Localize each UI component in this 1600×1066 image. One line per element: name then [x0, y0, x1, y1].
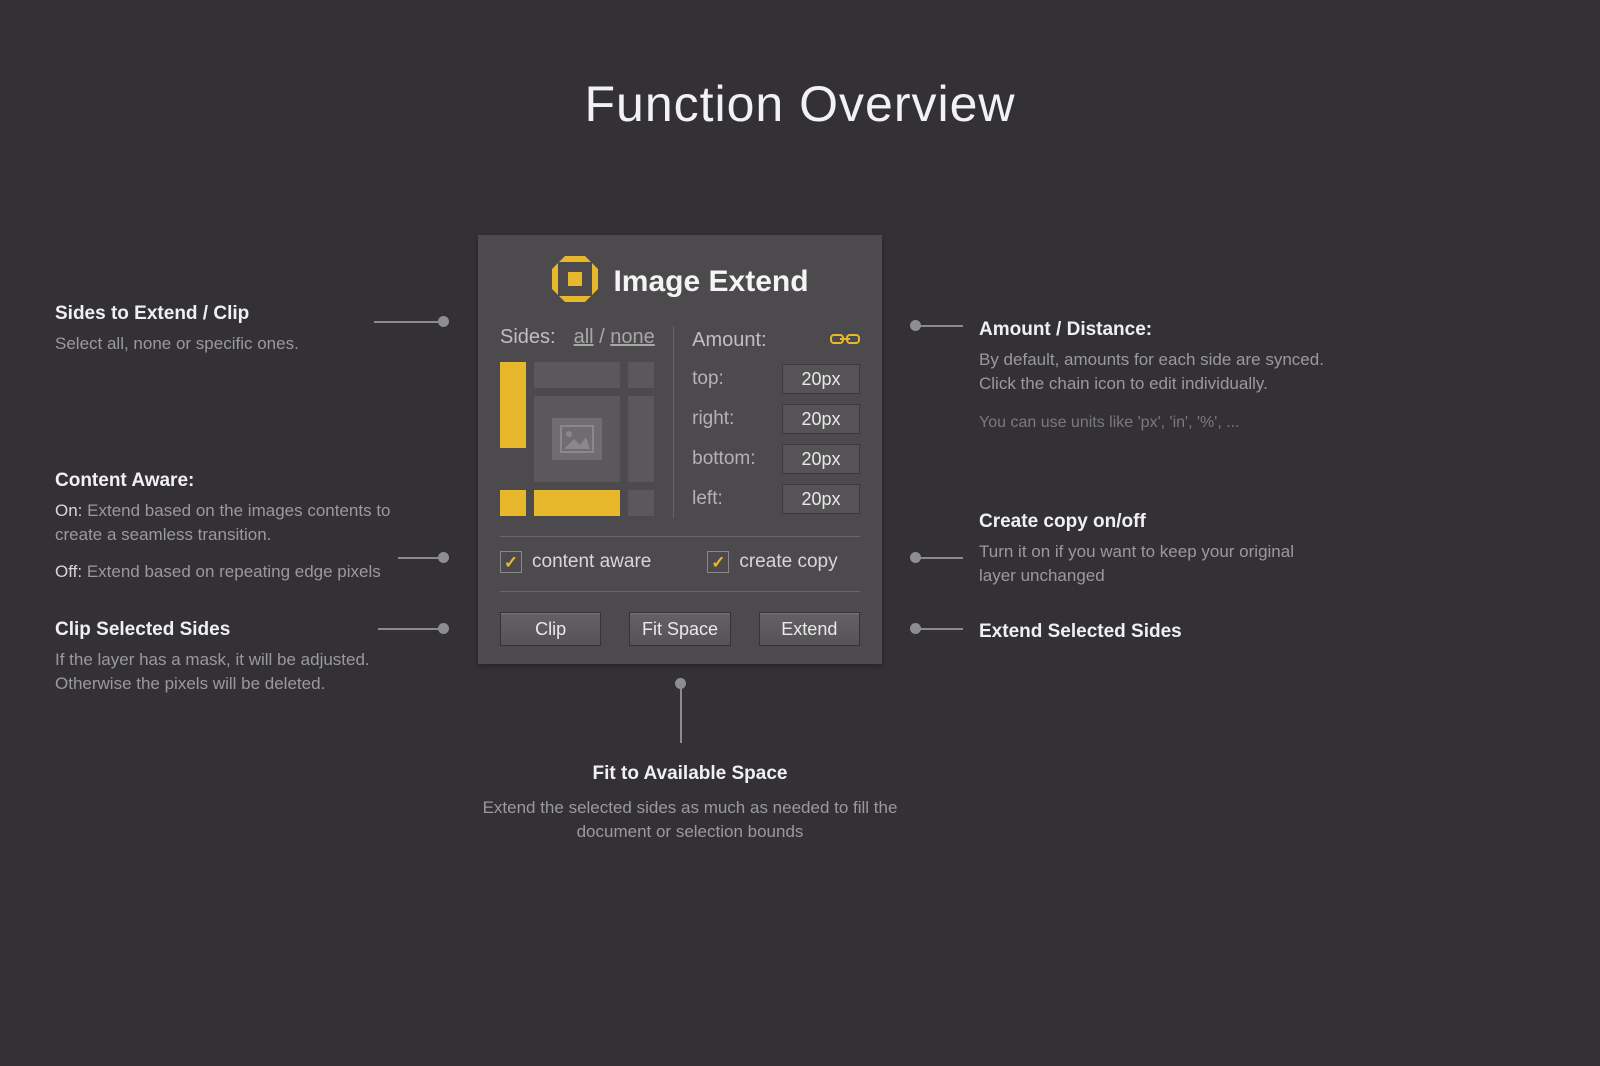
annotation-sides: Sides to Extend / Clip Select all, none … [55, 300, 375, 356]
annotation-off-prefix: Off: [55, 562, 82, 581]
connector-line [915, 325, 963, 327]
connector-line [915, 557, 963, 559]
page-title: Function Overview [0, 75, 1600, 133]
annotation-title: Create copy on/off [979, 508, 1329, 536]
sides-grid [500, 362, 656, 518]
annotation-create-copy: Create copy on/off Turn it on if you wan… [979, 508, 1329, 589]
image-placeholder-icon [552, 418, 602, 460]
side-bottomleft[interactable] [500, 490, 526, 516]
panel-title: Image Extend [613, 265, 808, 299]
amount-left-label: left: [692, 488, 723, 510]
side-topright[interactable] [628, 362, 654, 388]
annotation-on-desc: Extend based on the images contents to c… [55, 501, 391, 545]
annotation-extend: Extend Selected Sides [979, 618, 1299, 650]
content-aware-label: content aware [532, 551, 651, 573]
amount-section: Amount: top: right: bottom: [673, 326, 860, 518]
side-right[interactable] [628, 396, 654, 482]
side-top[interactable] [534, 362, 620, 388]
annotation-title: Content Aware: [55, 467, 395, 495]
annotation-title: Sides to Extend / Clip [55, 300, 375, 328]
annotation-desc: Off: Extend based on repeating edge pixe… [55, 560, 395, 585]
annotation-content-aware: Content Aware: On: Extend based on the i… [55, 467, 395, 584]
fit-space-button[interactable]: Fit Space [629, 612, 730, 646]
amount-right-input[interactable] [782, 404, 860, 434]
check-icon: ✓ [504, 554, 518, 571]
panel-header: Image Extend [478, 255, 882, 326]
annotation-on-prefix: On: [55, 501, 82, 520]
connector-line [398, 557, 444, 559]
amount-right-label: right: [692, 408, 734, 430]
annotation-desc: By default, amounts for each side are sy… [979, 348, 1349, 397]
annotation-desc: Select all, none or specific ones. [55, 332, 375, 357]
sides-link-separator: / [599, 326, 610, 348]
clip-button[interactable]: Clip [500, 612, 601, 646]
connector-line [378, 628, 444, 630]
connector-line [680, 683, 682, 743]
annotation-hint: You can use units like 'px', 'in', '%', … [979, 411, 1349, 434]
check-icon: ✓ [711, 554, 725, 571]
annotation-off-desc: Extend based on repeating edge pixels [82, 562, 381, 581]
side-center [534, 396, 620, 482]
annotation-title: Clip Selected Sides [55, 616, 395, 644]
amount-label: Amount: [692, 329, 766, 352]
amount-bottom-input[interactable] [782, 444, 860, 474]
annotation-fit: Fit to Available Space Extend the select… [480, 760, 900, 845]
annotation-title: Fit to Available Space [480, 760, 900, 788]
sides-label: Sides: [500, 326, 556, 349]
content-aware-checkbox[interactable]: ✓ content aware [500, 551, 651, 573]
connector-line [915, 628, 963, 630]
chain-link-icon[interactable] [830, 329, 860, 352]
side-bottom[interactable] [534, 490, 620, 516]
amount-left-input[interactable] [782, 484, 860, 514]
annotation-desc: If the layer has a mask, it will be adju… [55, 648, 395, 697]
annotation-clip: Clip Selected Sides If the layer has a m… [55, 616, 395, 697]
connector-line [374, 321, 444, 323]
annotation-desc: Extend the selected sides as much as nee… [480, 796, 900, 845]
sides-link-all[interactable]: all [574, 326, 594, 348]
create-copy-checkbox[interactable]: ✓ create copy [707, 551, 837, 573]
create-copy-label: create copy [739, 551, 837, 573]
annotation-amount: Amount / Distance: By default, amounts f… [979, 316, 1349, 434]
amount-top-label: top: [692, 368, 724, 390]
image-extend-panel: Image Extend Sides: all / none [478, 235, 882, 664]
image-extend-icon [551, 255, 599, 308]
amount-top-input[interactable] [782, 364, 860, 394]
sides-section: Sides: all / none [500, 326, 673, 518]
amount-bottom-label: bottom: [692, 448, 755, 470]
annotation-desc: On: Extend based on the images contents … [55, 499, 395, 548]
annotation-title: Extend Selected Sides [979, 618, 1299, 646]
extend-button[interactable]: Extend [759, 612, 860, 646]
sides-link-none[interactable]: none [610, 326, 655, 348]
side-left[interactable] [500, 362, 526, 448]
annotation-desc: Turn it on if you want to keep your orig… [979, 540, 1329, 589]
side-bottomright[interactable] [628, 490, 654, 516]
annotation-title: Amount / Distance: [979, 316, 1349, 344]
